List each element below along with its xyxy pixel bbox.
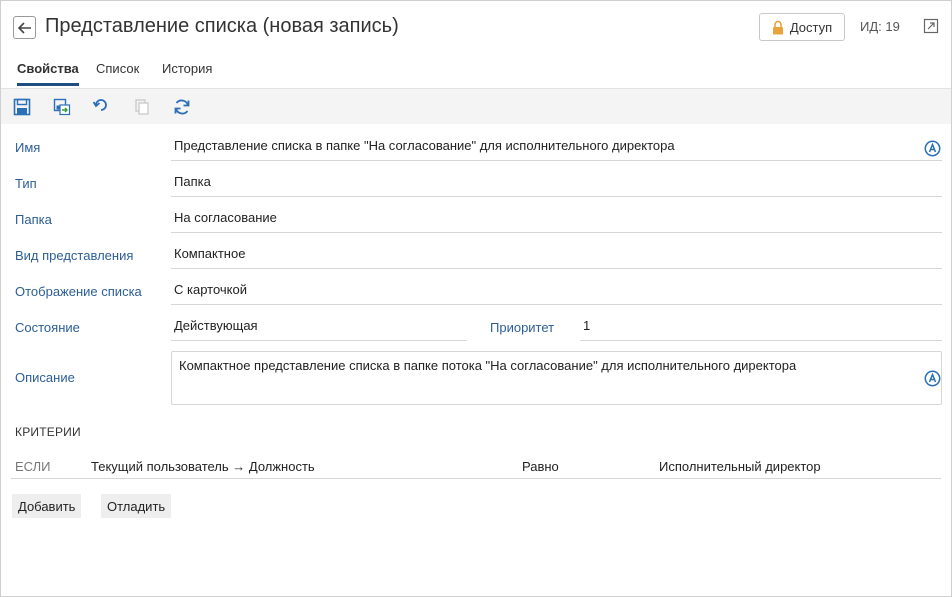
- criteria-row[interactable]: ЕСЛИ Текущий пользователь → Должность Ра…: [11, 457, 941, 479]
- view-type-field[interactable]: Компактное: [171, 243, 942, 269]
- tab-list[interactable]: Список: [96, 61, 139, 83]
- copy-button[interactable]: [133, 98, 151, 116]
- debug-button[interactable]: Отладить: [101, 494, 172, 518]
- name-label: Имя: [15, 140, 41, 155]
- criteria-section-title: КРИТЕРИИ: [15, 425, 81, 439]
- criteria-condition: ЕСЛИ: [15, 459, 51, 474]
- undo-button[interactable]: [92, 98, 110, 116]
- record-id: ИД: 19: [860, 19, 900, 34]
- list-display-field[interactable]: С карточкой: [171, 279, 942, 305]
- undo-icon: [92, 99, 107, 111]
- view-type-label: Вид представления: [15, 248, 134, 263]
- name-field[interactable]: Представление списка в папке "На согласо…: [171, 135, 942, 161]
- lock-icon: [772, 20, 783, 34]
- list-display-label: Отображение списка: [15, 284, 142, 299]
- toolbar: [1, 88, 951, 124]
- refresh-button[interactable]: [173, 98, 191, 116]
- arrow-left-icon: [17, 21, 31, 34]
- criteria-field: Текущий пользователь → Должность: [91, 459, 315, 474]
- add-criteria-button[interactable]: Добавить: [12, 494, 82, 518]
- open-in-new-window-icon[interactable]: [923, 18, 939, 34]
- back-button[interactable]: [13, 16, 36, 39]
- record-window: Представление списка (новая запись) Дост…: [0, 0, 952, 597]
- save-icon: [13, 98, 31, 116]
- localization-icon[interactable]: [924, 140, 941, 157]
- access-button-label: Доступ: [789, 19, 833, 35]
- tab-bar: Свойства Список История: [1, 59, 951, 87]
- description-field[interactable]: Компактное представление списка в папке …: [171, 351, 942, 405]
- type-field[interactable]: Папка: [171, 171, 942, 197]
- save-and-close-button[interactable]: [53, 98, 71, 116]
- folder-label: Папка: [15, 212, 52, 227]
- state-field[interactable]: Действующая: [171, 315, 467, 341]
- copy-icon: [135, 99, 149, 115]
- save-and-close-icon: [53, 98, 71, 116]
- access-button[interactable]: Доступ: [759, 13, 845, 41]
- localization-icon[interactable]: [924, 370, 941, 387]
- tab-history[interactable]: История: [162, 61, 212, 83]
- priority-field[interactable]: 1: [580, 315, 942, 341]
- state-label: Состояние: [15, 320, 80, 335]
- description-label: Описание: [15, 370, 75, 385]
- tab-properties[interactable]: Свойства: [17, 61, 79, 86]
- criteria-value: Исполнительный директор: [659, 459, 821, 474]
- page-title: Представление списка (новая запись): [45, 15, 399, 37]
- refresh-icon: [174, 99, 190, 115]
- priority-label: Приоритет: [490, 320, 555, 335]
- folder-field[interactable]: На согласование: [171, 207, 942, 233]
- save-button[interactable]: [13, 98, 31, 116]
- criteria-operator: Равно: [522, 459, 559, 474]
- type-label: Тип: [15, 176, 37, 191]
